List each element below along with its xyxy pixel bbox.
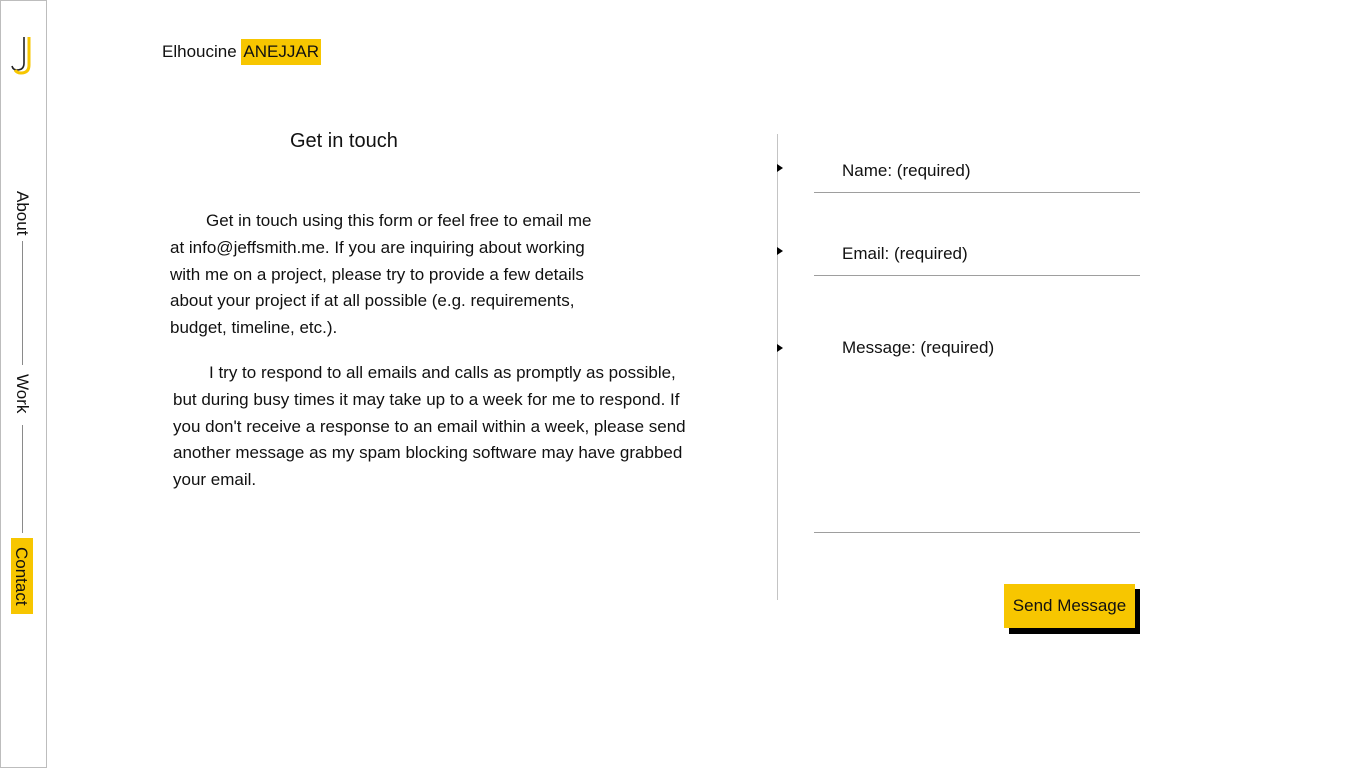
email-field[interactable] [814, 233, 1140, 276]
name-field[interactable] [814, 150, 1140, 193]
nav-contact[interactable]: Contact [11, 538, 33, 614]
sidebar: About Work Contact [0, 0, 47, 768]
brand-first-name: Elhoucine [162, 42, 237, 61]
field-marker-icon [777, 164, 783, 172]
site-brand[interactable]: Elhoucine ANEJJAR [162, 39, 321, 65]
nav-work[interactable]: Work [10, 371, 34, 417]
field-marker-icon [777, 344, 783, 352]
intro-paragraph: Get in touch using this form or feel fre… [170, 211, 592, 338]
brand-last-name: ANEJJAR [241, 39, 321, 65]
column-divider [777, 134, 778, 600]
nav-divider [22, 241, 23, 365]
page-title: Get in touch [290, 130, 398, 152]
send-message-button[interactable]: Send Message [1004, 584, 1135, 628]
nav-divider [22, 425, 23, 533]
j-logo-icon[interactable] [10, 35, 38, 75]
field-marker-icon [777, 247, 783, 255]
message-field[interactable] [814, 334, 1140, 533]
response-paragraph: I try to respond to all emails and calls… [173, 363, 686, 490]
nav-about[interactable]: About [10, 188, 34, 238]
